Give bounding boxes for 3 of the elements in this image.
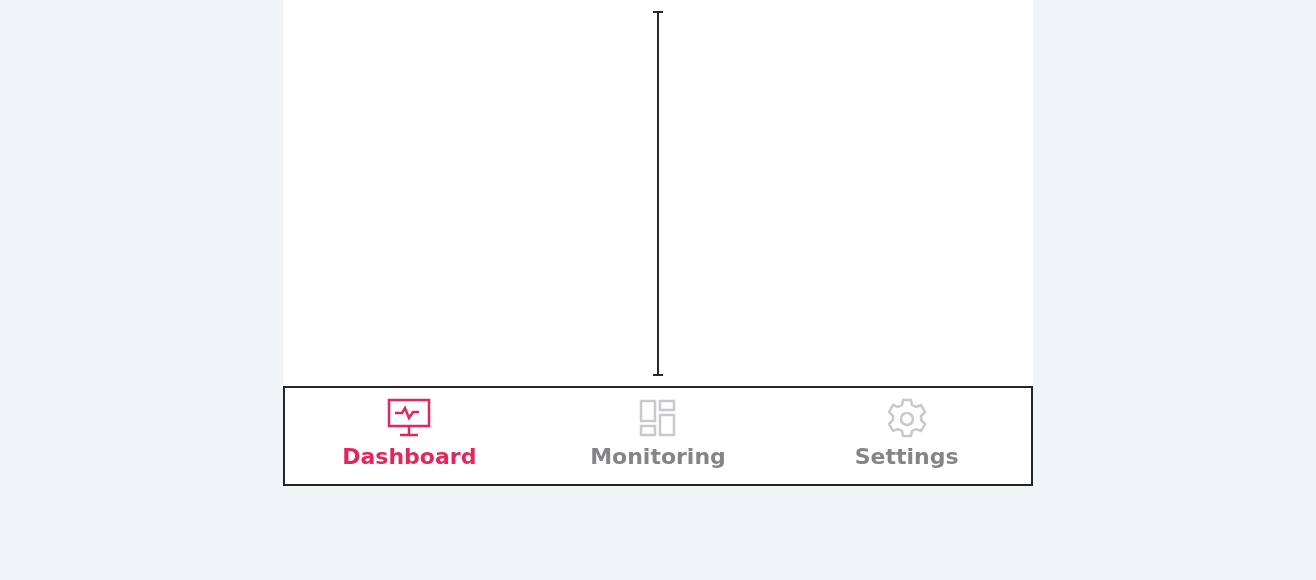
- nav-tab[interactable]: Monitoring: [533, 388, 783, 484]
- nav-tab[interactable]: Settings: [782, 388, 1031, 484]
- nav-tab[interactable]: Dashboard: [285, 388, 534, 484]
